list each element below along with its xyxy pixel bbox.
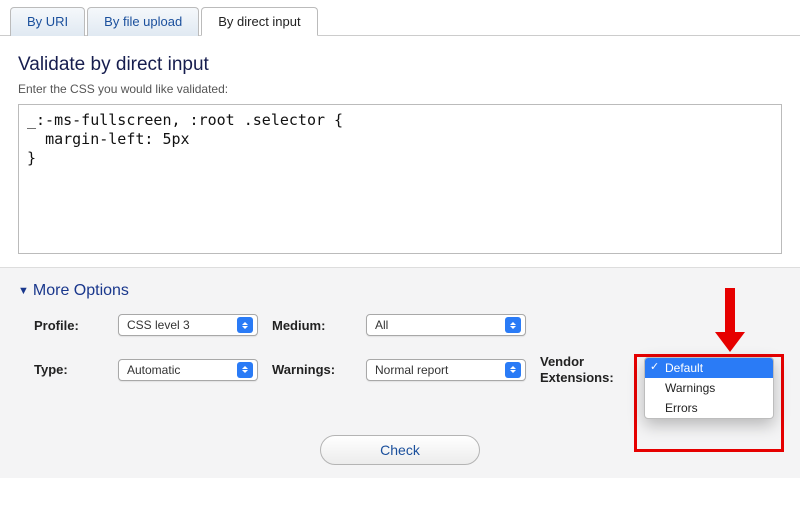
more-options-toggle[interactable]: ▼ More Options (18, 282, 782, 300)
profile-select[interactable]: CSS level 3 (118, 314, 258, 336)
vendor-ext-option-warnings[interactable]: Warnings (645, 378, 773, 398)
warnings-select[interactable]: Normal report (366, 359, 526, 381)
vendor-extensions-dropdown[interactable]: Default Warnings Errors (644, 357, 774, 419)
tab-by-direct-input[interactable]: By direct input (201, 7, 317, 36)
tab-by-file-upload[interactable]: By file upload (87, 7, 199, 36)
chevron-down-icon: ▼ (18, 285, 29, 297)
medium-label: Medium: (272, 318, 352, 333)
warnings-label: Warnings: (272, 362, 352, 377)
select-stepper-icon (505, 317, 521, 333)
select-stepper-icon (505, 362, 521, 378)
type-label: Type: (34, 362, 104, 377)
vendor-extensions-label: Vendor Extensions: (540, 354, 630, 385)
direct-input-panel: Validate by direct input Enter the CSS y… (0, 36, 800, 268)
vendor-ext-option-errors[interactable]: Errors (645, 398, 773, 418)
tab-by-uri[interactable]: By URI (10, 7, 85, 36)
medium-select-value: All (375, 318, 388, 332)
check-button[interactable]: Check (320, 435, 480, 465)
medium-select[interactable]: All (366, 314, 526, 336)
options-grid: Profile: CSS level 3 Medium: All Type: A… (18, 314, 782, 385)
select-stepper-icon (237, 362, 253, 378)
panel-heading: Validate by direct input (18, 54, 782, 76)
more-options-section: ▼ More Options Profile: CSS level 3 Medi… (0, 268, 800, 478)
panel-instruction: Enter the CSS you would like validated: (18, 82, 782, 96)
more-options-label: More Options (33, 282, 129, 300)
tabs-bar: By URI By file upload By direct input (0, 0, 800, 36)
type-select[interactable]: Automatic (118, 359, 258, 381)
profile-select-value: CSS level 3 (127, 318, 190, 332)
vendor-ext-option-default[interactable]: Default (645, 358, 773, 378)
warnings-select-value: Normal report (375, 363, 448, 377)
type-select-value: Automatic (127, 363, 180, 377)
select-stepper-icon (237, 317, 253, 333)
css-input-textarea[interactable] (18, 104, 782, 254)
profile-label: Profile: (34, 318, 104, 333)
